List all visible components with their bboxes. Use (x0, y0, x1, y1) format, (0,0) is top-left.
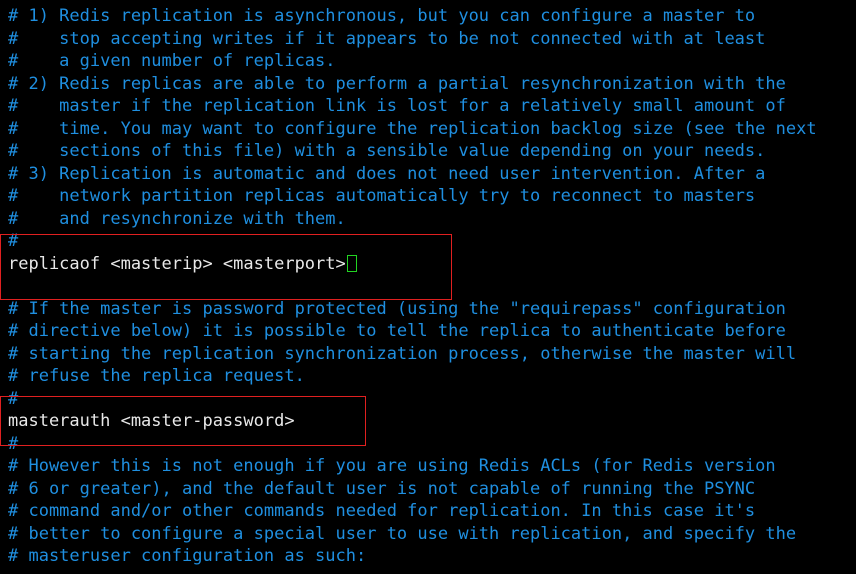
terminal-window[interactable]: # 1) Redis replication is asynchronous, … (0, 0, 856, 574)
replicaof-directive: replicaof <masterip> <masterport> (8, 253, 346, 274)
config-line: # (8, 231, 19, 251)
text-cursor (346, 254, 357, 272)
config-line: # better to configure a special user to … (8, 523, 797, 544)
config-line: # network partition replicas automatical… (8, 186, 756, 206)
config-line: # stop accepting writes if it appears to… (8, 28, 766, 49)
config-line: # 1) Redis replication is asynchronous, … (8, 6, 756, 26)
config-line: # starting the replication synchronizati… (8, 343, 797, 364)
config-line: # command and/or other commands needed f… (8, 501, 756, 521)
config-line: # 6 or greater), and the default user is… (8, 478, 756, 499)
config-line: # However this is not enough if you are … (8, 456, 776, 476)
config-line: # masteruser configuration as such: (8, 546, 367, 566)
config-line: # (8, 388, 19, 409)
config-line: # sections of this file) with a sensible… (8, 141, 766, 161)
config-line: # time. You may want to configure the re… (8, 118, 817, 139)
config-line: # refuse the replica request. (8, 366, 305, 386)
config-line: # 2) Redis replicas are able to perform … (8, 73, 786, 94)
config-line: # a given number of replicas. (8, 51, 336, 71)
config-line: # 3) Replication is automatic and does n… (8, 163, 766, 184)
config-line: # (8, 433, 19, 454)
masterauth-directive[interactable]: masterauth <master-password> (8, 410, 295, 432)
config-line: # directive below) it is possible to tel… (8, 321, 786, 341)
config-line: # and resynchronize with them. (8, 208, 346, 229)
replicaof-line[interactable]: replicaof <masterip> <masterport> (8, 253, 357, 275)
config-line: # master if the replication link is lost… (8, 96, 786, 116)
config-line: # If the master is password protected (u… (8, 298, 786, 319)
